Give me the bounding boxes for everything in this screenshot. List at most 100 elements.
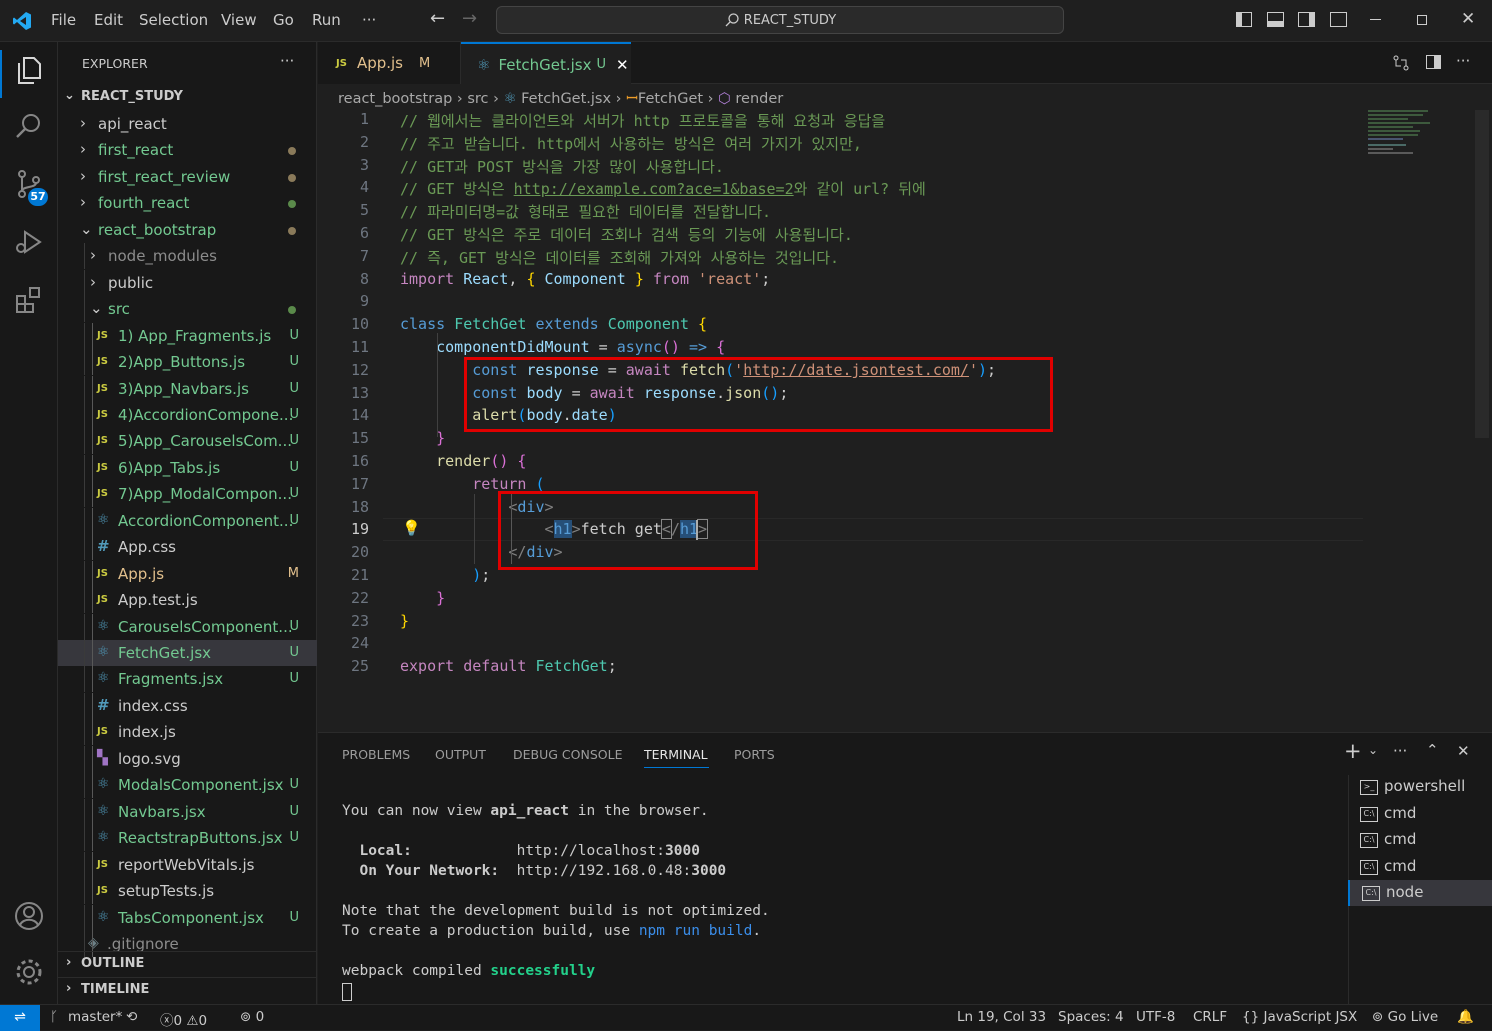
comment-link[interactable]: http://example.com?ace=1&base=2 [514, 180, 794, 198]
menu-go[interactable]: Go [273, 11, 294, 29]
breadcrumb-file[interactable]: FetchGet.jsx [521, 91, 611, 107]
tree-item-6-app-tabs-js[interactable]: JS 6)App_Tabs.js U [58, 454, 317, 481]
menu-run[interactable]: Run [312, 11, 341, 29]
tree-item-fetchget-jsx[interactable]: ⚛ FetchGet.jsx U [58, 640, 317, 666]
tree-item-first-react[interactable]: › first_react [58, 137, 317, 163]
tree-item-public[interactable]: › public [58, 269, 317, 296]
tree-item-node-modules[interactable]: › node_modules [58, 243, 317, 270]
scrollbar-thumb[interactable] [1475, 110, 1489, 438]
chevron-down-icon[interactable]: ⌄ [1368, 743, 1378, 757]
encoding[interactable]: UTF-8 [1136, 1009, 1175, 1025]
close-window-icon[interactable]: ✕ [1461, 9, 1475, 29]
tree-item-3-app-navbars-js[interactable]: JS 3)App_Navbars.js U [58, 375, 317, 402]
remote-indicator-icon[interactable]: ⇌ [0, 1005, 40, 1031]
extensions-icon[interactable] [13, 284, 45, 316]
accounts-icon[interactable] [13, 900, 45, 932]
command-center-search[interactable]: REACT_STUDY [496, 6, 1064, 34]
menu-edit[interactable]: Edit [94, 11, 123, 29]
git-branch[interactable]: master* [68, 1009, 122, 1025]
customize-layout-icon[interactable] [1330, 12, 1347, 27]
ports-status[interactable]: ⊚ 0 [240, 1009, 264, 1025]
tree-item-logo-svg[interactable]: ▚ logo.svg [58, 745, 317, 772]
tree-item-navbars-jsx[interactable]: ⚛ Navbars.jsx U [58, 798, 317, 825]
explorer-more-icon[interactable]: ··· [280, 52, 294, 70]
line-ending[interactable]: CRLF [1193, 1009, 1227, 1025]
code-editor[interactable]: react_bootstrap › src › ⚛ FetchGet.jsx ›… [318, 84, 1492, 732]
breadcrumb-folder[interactable]: react_bootstrap [338, 91, 452, 107]
minimap[interactable] [1368, 110, 1438, 162]
close-tab-icon[interactable]: ✕ [616, 56, 629, 74]
tab-fetchget-jsx[interactable]: ⚛ FetchGet.jsx U ✕ [461, 42, 631, 85]
tree-item-index-js[interactable]: JS index.js [58, 719, 317, 746]
toggle-primary-sidebar-icon[interactable] [1236, 12, 1252, 27]
outline-section[interactable]: › OUTLINE [58, 951, 317, 977]
tab-ports[interactable]: PORTS [734, 747, 775, 762]
editor-more-icon[interactable]: ··· [1456, 52, 1470, 70]
terminal-instance-cmd[interactable]: C:\ cmd [1348, 827, 1492, 853]
toggle-secondary-sidebar-icon[interactable] [1298, 12, 1315, 27]
breadcrumb-folder[interactable]: src [467, 91, 488, 107]
notifications-bell-icon[interactable]: 🔔 [1457, 1009, 1474, 1025]
sync-icon[interactable]: ⟲ [126, 1009, 137, 1025]
menu-view[interactable]: View [221, 11, 257, 29]
tree-item-index-css[interactable]: # index.css [58, 692, 317, 719]
terminal-instance-cmd[interactable]: C:\ cmd [1348, 801, 1492, 827]
terminal-instance-powershell[interactable]: >_ powershell [1348, 774, 1492, 800]
language-mode[interactable]: {} JavaScript JSX [1242, 1009, 1357, 1025]
tree-item-app-test-js[interactable]: JS App.test.js [58, 587, 317, 614]
terminal-instance-cmd[interactable]: C:\ cmd [1348, 854, 1492, 880]
tab-problems[interactable]: PROBLEMS [342, 747, 410, 762]
menu-more[interactable]: ··· [362, 11, 376, 29]
cursor-position[interactable]: Ln 19, Col 33 [957, 1009, 1046, 1025]
tab-app-js[interactable]: JS App.js M [318, 42, 461, 84]
tree-item-modalscomponent-jsx[interactable]: ⚛ ModalsComponent.jsx U [58, 772, 317, 799]
tree-item-tabscomponent-jsx[interactable]: ⚛ TabsComponent.jsx U [58, 904, 317, 931]
indentation[interactable]: Spaces: 4 [1058, 1009, 1124, 1025]
tree-item-fourth-react[interactable]: › fourth_react [58, 190, 317, 216]
tree-item-2-app-buttons-js[interactable]: JS 2)App_Buttons.js U [58, 349, 317, 376]
tree-item-4-accordioncompone[interactable]: JS 4)AccordionCompone... U [58, 401, 317, 428]
explorer-icon[interactable] [13, 54, 45, 86]
maximize-icon[interactable] [1417, 15, 1427, 25]
menu-file[interactable]: File [51, 11, 76, 29]
run-debug-icon[interactable] [13, 226, 45, 258]
toggle-panel-icon[interactable] [1267, 12, 1284, 27]
terminal-instance-node[interactable]: C:\ node [1348, 880, 1492, 906]
tree-item-fragments-jsx[interactable]: ⚛ Fragments.jsx U [58, 666, 317, 693]
tree-item-app-js[interactable]: JS App.js M [58, 560, 317, 587]
maximize-panel-icon[interactable]: ⌃ [1426, 741, 1439, 759]
back-arrow-icon[interactable]: ← [430, 8, 445, 29]
open-changes-icon[interactable] [1392, 54, 1410, 72]
tree-item-7-app-modalcompon[interactable]: JS 7)App_ModalCompon... U [58, 481, 317, 508]
tree-item-carouselscomponent[interactable]: ⚛ CarouselsComponent... U [58, 613, 317, 640]
tree-item-reactstrapbuttons-jsx[interactable]: ⚛ ReactstrapButtons.jsx U [58, 825, 317, 852]
tree-item-first-react-review[interactable]: › first_react_review [58, 164, 317, 190]
breadcrumb-class[interactable]: FetchGet [638, 91, 703, 107]
menu-selection[interactable]: Selection [139, 11, 208, 29]
tab-output[interactable]: OUTPUT [435, 747, 486, 762]
tree-item-1-app-fragments-js[interactable]: JS 1) App_Fragments.js U [58, 322, 317, 349]
search-view-icon[interactable] [13, 110, 45, 142]
forward-arrow-icon[interactable]: → [462, 8, 477, 29]
tree-item-accordioncomponent[interactable]: ⚛ AccordionComponent... U [58, 507, 317, 534]
split-editor-icon[interactable] [1426, 55, 1441, 69]
workspace-root[interactable]: ⌄ REACT_STUDY [58, 85, 317, 111]
new-terminal-icon[interactable]: + [1344, 739, 1362, 763]
panel-more-icon[interactable]: ··· [1393, 742, 1407, 760]
close-panel-icon[interactable]: ✕ [1457, 742, 1470, 760]
breadcrumb-method[interactable]: render [735, 91, 783, 107]
manage-gear-icon[interactable] [13, 956, 45, 988]
timeline-section[interactable]: › TIMELINE [58, 977, 317, 1003]
tab-terminal[interactable]: TERMINAL [644, 747, 708, 762]
go-live[interactable]: ⊚ Go Live [1372, 1009, 1438, 1025]
tree-item-setuptests-js[interactable]: JS setupTests.js [58, 878, 317, 905]
tree-item-reportwebvitals-js[interactable]: JS reportWebVitals.js [58, 851, 317, 878]
errors-warnings[interactable]: ⓧ0 ⚠0 [160, 1009, 207, 1029]
tree-item-react-bootstrap[interactable]: ⌄ react_bootstrap [58, 217, 317, 243]
tree-item-src[interactable]: ⌄ src [58, 296, 317, 323]
tab-debug-console[interactable]: DEBUG CONSOLE [513, 747, 622, 762]
tree-item-app-css[interactable]: # App.css [58, 534, 317, 561]
minimize-icon[interactable] [1370, 19, 1381, 20]
tree-item-api-react[interactable]: › api_react [58, 111, 317, 137]
tree-item-5-app-carouselscom[interactable]: JS 5)App_CarouselsCom... U [58, 428, 317, 455]
